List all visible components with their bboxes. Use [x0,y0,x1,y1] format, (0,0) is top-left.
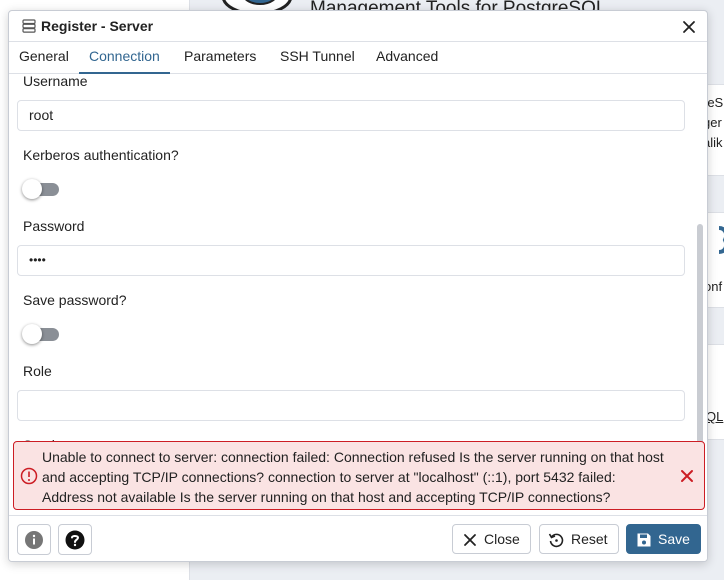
background-card-welcome: reS ger alik [708,84,724,176]
username-label: Username [23,75,88,89]
dialog-title: Register - Server [41,18,154,34]
close-icon [464,534,476,546]
background-card-postgresql: QL [708,344,724,440]
info-button[interactable] [17,524,51,555]
background-card-elephant-icon [718,226,724,254]
form-scrollbar[interactable] [697,224,703,444]
toggle-knob [22,179,42,199]
password-input[interactable]: •••• [17,245,685,276]
reset-button-label: Reset [571,531,608,547]
kerberos-label: Kerberos authentication? [23,147,179,163]
dialog-close-icon[interactable] [680,18,698,36]
dialog-header[interactable]: Register - Server [9,11,707,42]
register-server-dialog: Register - Server General Connection Par… [8,10,708,562]
save-password-toggle[interactable] [22,324,59,344]
save-password-label: Save password? [23,292,127,308]
save-floppy-icon [637,533,651,547]
password-label: Password [23,218,85,234]
tab-connection[interactable]: Connection [79,42,170,74]
role-label: Role [23,363,52,379]
connection-error-alert: Unable to connect to server: connection … [13,441,705,510]
dialog-tabs: General Connection Parameters SSH Tunnel… [9,42,707,74]
kerberos-toggle[interactable] [22,179,59,199]
help-button[interactable] [58,524,92,555]
save-button[interactable]: Save [626,524,701,554]
toggle-knob [22,324,42,344]
tab-ssh-tunnel[interactable]: SSH Tunnel [270,42,365,74]
dialog-footer: Close Reset Save [9,515,707,561]
server-icon [22,19,36,33]
username-input[interactable]: root [17,100,685,131]
tab-advanced[interactable]: Advanced [366,42,448,74]
close-button[interactable]: Close [452,524,531,554]
close-button-label: Close [484,531,520,547]
reset-button[interactable]: Reset [539,524,619,554]
help-icon [65,530,85,550]
error-message: Unable to connect to server: connection … [42,449,664,505]
connection-form: Username root Kerberos authentication? P… [9,75,707,445]
save-button-label: Save [658,531,690,547]
info-icon [25,531,43,549]
tab-general[interactable]: General [9,42,79,74]
role-input[interactable] [17,390,685,421]
error-icon [20,467,38,485]
tab-parameters[interactable]: Parameters [174,42,266,74]
error-dismiss-icon[interactable] [680,469,694,483]
reset-icon [548,533,564,548]
